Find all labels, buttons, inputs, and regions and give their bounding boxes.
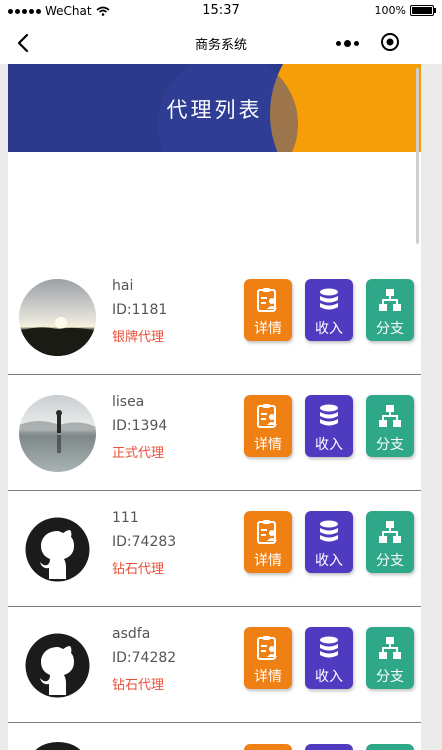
- income-button-label: 收入: [315, 669, 343, 685]
- branch-button-label: 分支: [376, 553, 404, 569]
- agent-row-4: asdfa ID:74282 钻石代理 详情 收入 分支: [8, 606, 421, 723]
- branch-button-label: 分支: [376, 437, 404, 453]
- detail-button[interactable]: 详情: [244, 627, 292, 689]
- detail-button[interactable]: 详情: [244, 395, 292, 457]
- detail-button-label: 详情: [254, 321, 282, 337]
- branch-button[interactable]: 分支: [366, 395, 414, 457]
- agent-name: asdfa: [112, 626, 151, 642]
- agent-row-1: hai ID:1181 银牌代理 详情 收入 分支: [8, 258, 421, 375]
- income-button-label: 收入: [315, 553, 343, 569]
- database-icon: [320, 404, 338, 426]
- income-button[interactable]: 收入: [305, 395, 353, 457]
- branch-button[interactable]: 分支: [366, 279, 414, 341]
- more-menu-icon[interactable]: [336, 40, 359, 47]
- page-content[interactable]: 代理列表 hai ID:1181 银牌代理 详情 收入 分支 lisea ID:…: [8, 64, 421, 750]
- status-bar: WeChat 15:37 100%: [0, 0, 442, 22]
- income-button[interactable]: 收入: [305, 627, 353, 689]
- github-avatar-icon: [19, 627, 96, 704]
- income-button[interactable]: 收入: [305, 511, 353, 573]
- close-miniprogram-icon[interactable]: [380, 32, 400, 52]
- clipboard-user-icon: [257, 520, 277, 544]
- hierarchy-icon: [379, 289, 401, 311]
- battery-percent: 100%: [374, 4, 406, 17]
- banner-title: 代理列表: [166, 98, 263, 122]
- hierarchy-icon: [379, 637, 401, 659]
- scrollbar[interactable]: [416, 68, 419, 244]
- agent-row-2: lisea ID:1394 正式代理 详情 收入 分支: [8, 374, 421, 491]
- hierarchy-icon: [379, 521, 401, 543]
- agent-id: ID:1181: [112, 302, 168, 318]
- detail-button-label: 详情: [254, 669, 282, 685]
- agent-name: hai: [112, 278, 134, 294]
- avatar: [19, 395, 96, 472]
- battery-group: 100%: [374, 4, 436, 17]
- database-icon: [320, 288, 338, 310]
- nav-bar: 商务系统: [0, 22, 442, 64]
- avatar-partial: [30, 742, 86, 750]
- database-icon: [320, 636, 338, 658]
- income-button-label: 收入: [315, 437, 343, 453]
- income-button-label: 收入: [315, 321, 343, 337]
- nav-title: 商务系统: [194, 38, 247, 53]
- branch-button-label: 分支: [376, 669, 404, 685]
- agent-level: 钻石代理: [112, 562, 165, 577]
- income-button-partial[interactable]: [305, 744, 353, 750]
- branch-button[interactable]: 分支: [366, 511, 414, 573]
- detail-button[interactable]: 详情: [244, 279, 292, 341]
- banner: 代理列表: [8, 64, 421, 152]
- clipboard-user-icon: [257, 636, 277, 660]
- avatar: [19, 279, 96, 356]
- agent-name: lisea: [112, 394, 145, 410]
- detail-button-label: 详情: [254, 553, 282, 569]
- detail-button-label: 详情: [254, 437, 282, 453]
- agent-row-partial: [8, 722, 421, 750]
- agent-level: 钻石代理: [112, 678, 165, 693]
- income-button[interactable]: 收入: [305, 279, 353, 341]
- detail-button-partial[interactable]: [244, 744, 292, 750]
- agent-level: 正式代理: [112, 446, 165, 461]
- agent-level: 银牌代理: [112, 330, 165, 345]
- github-avatar-icon: [19, 511, 96, 588]
- branch-button[interactable]: 分支: [366, 627, 414, 689]
- agent-name: 111: [112, 510, 139, 526]
- agent-id: ID:74282: [112, 650, 177, 666]
- branch-button-partial[interactable]: [366, 744, 414, 750]
- clipboard-user-icon: [257, 404, 277, 428]
- detail-button[interactable]: 详情: [244, 511, 292, 573]
- branch-button-label: 分支: [376, 321, 404, 337]
- battery-icon: [410, 5, 436, 16]
- agent-id: ID:1394: [112, 418, 168, 434]
- hierarchy-icon: [379, 405, 401, 427]
- clipboard-user-icon: [257, 288, 277, 312]
- agent-id: ID:74283: [112, 534, 177, 550]
- database-icon: [320, 520, 338, 542]
- agent-row-3: 111 ID:74283 钻石代理 详情 收入 分支: [8, 490, 421, 607]
